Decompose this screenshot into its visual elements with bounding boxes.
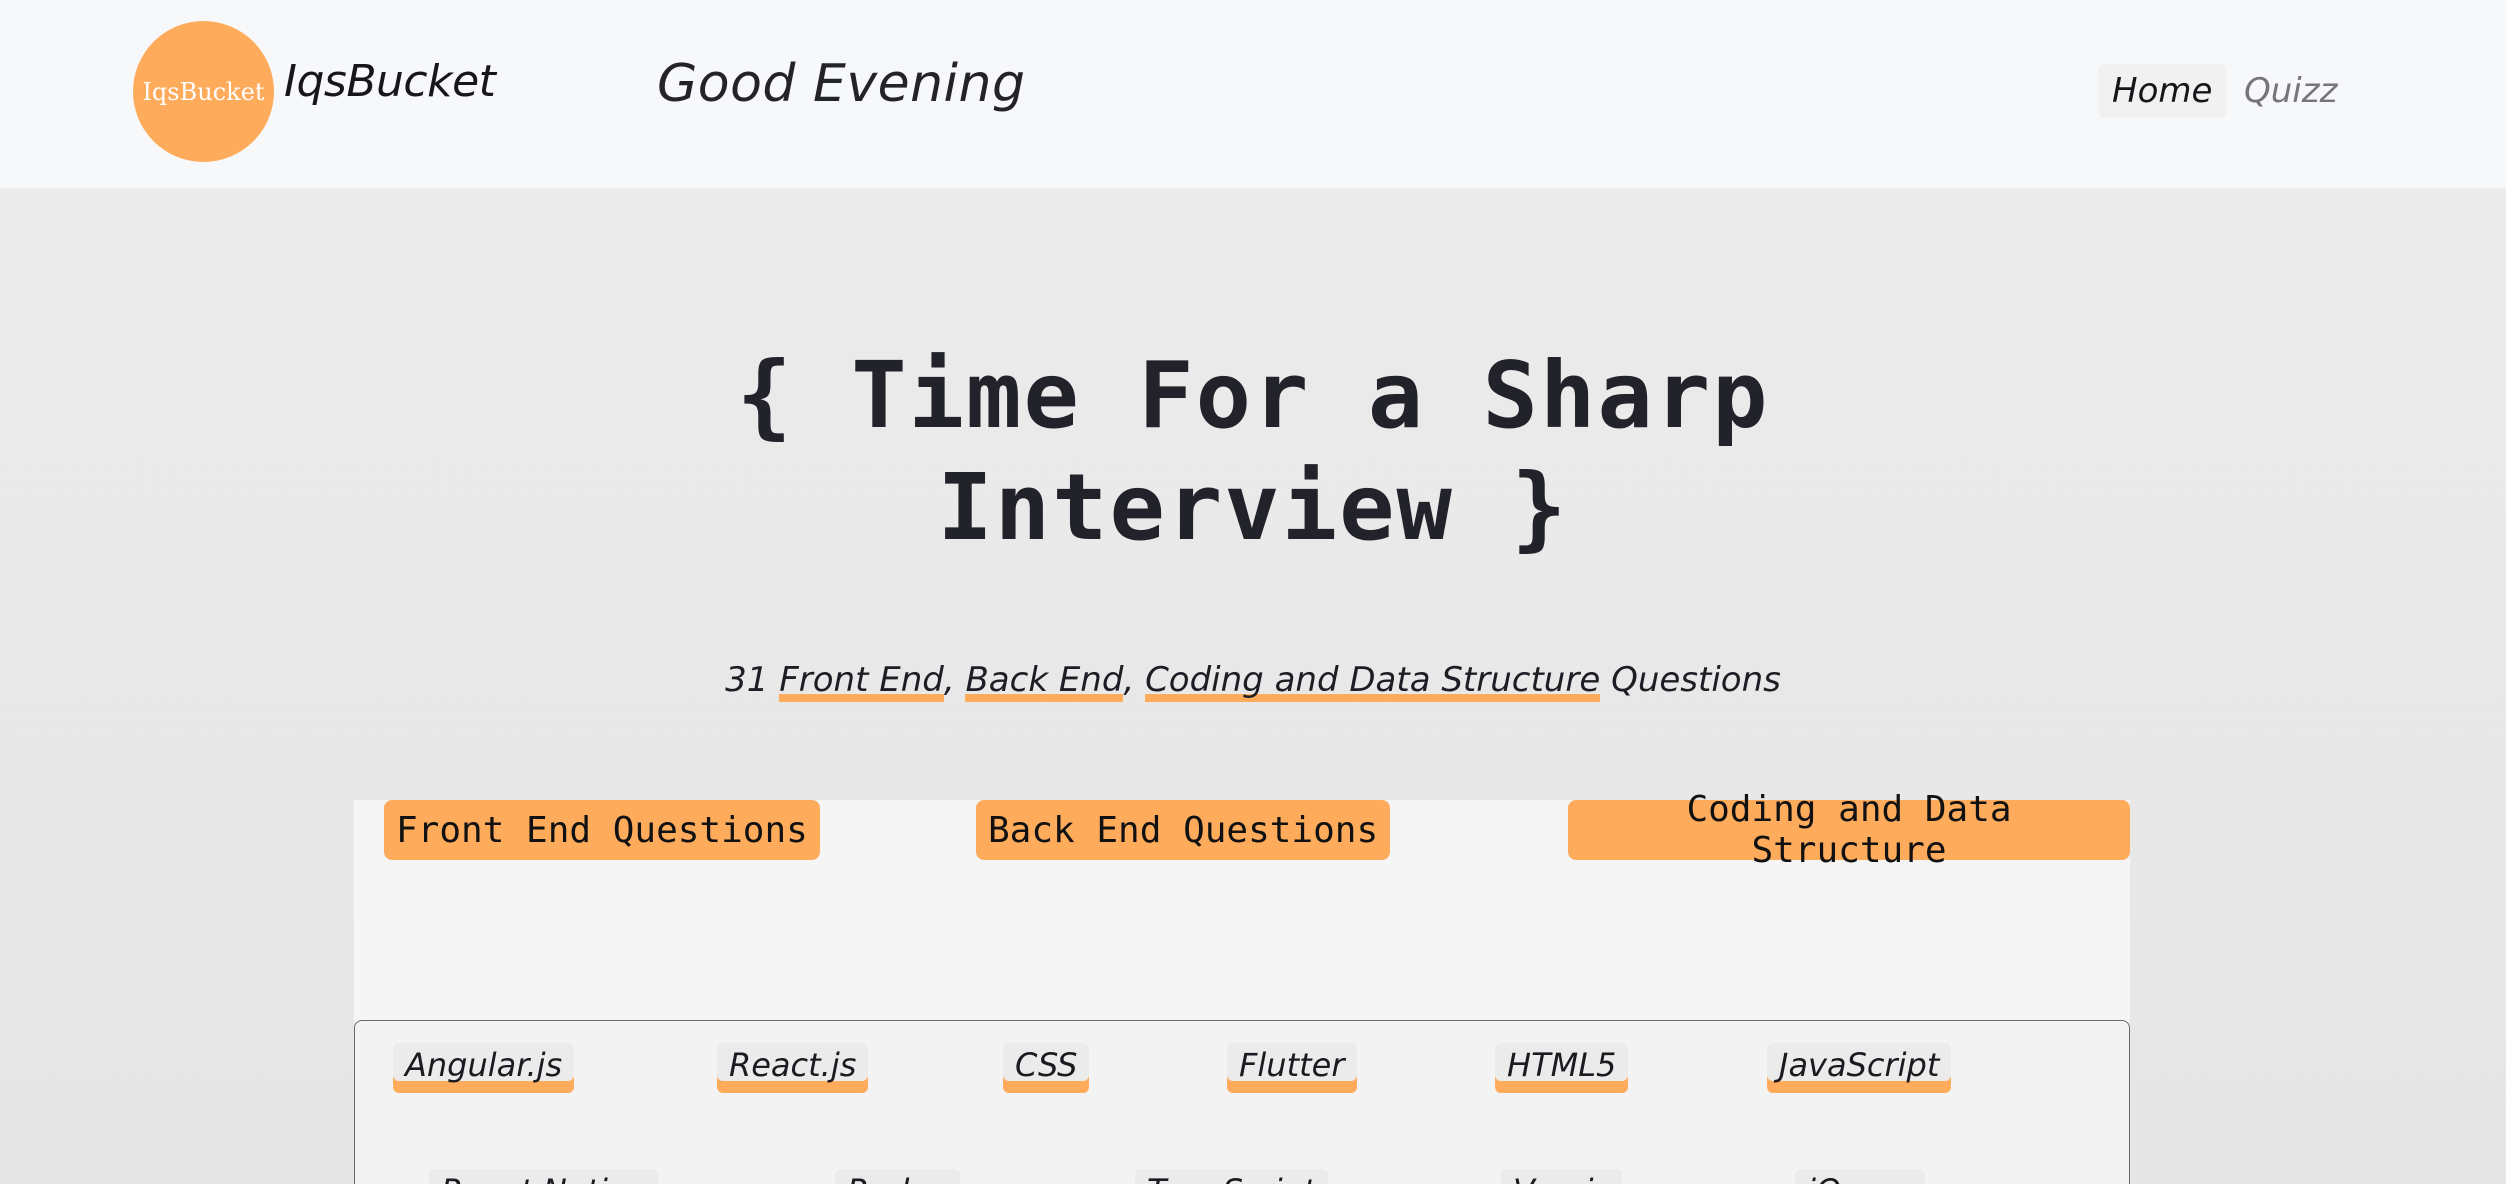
front-end-questions-button[interactable]: Front End Questions <box>384 800 820 860</box>
logo[interactable]: IqsBucket <box>133 21 274 162</box>
subtitle-coding: Coding and Data Structure <box>1145 660 1601 700</box>
back-end-questions-button[interactable]: Back End Questions <box>976 800 1391 860</box>
hero-subtitle: 31 Front End, Back End, Coding and Data … <box>725 660 1781 700</box>
tag-html5[interactable]: HTML5 <box>1495 1043 1629 1093</box>
tags-panel: Angular.js React.js CSS Flutter HTML5 Ja… <box>354 1020 2130 1184</box>
brand-name[interactable]: IqsBucket <box>284 56 496 107</box>
question-count: 31 <box>725 660 769 700</box>
tag-typescript[interactable]: TypeScript <box>1135 1169 1328 1184</box>
subtitle-back-end: Back End <box>965 660 1124 700</box>
tag-react-native[interactable]: React Native <box>429 1169 659 1184</box>
hero-title-line1: { Time For a Sharp <box>736 342 1770 449</box>
nav-quizz-link[interactable]: Quizz <box>2244 64 2337 118</box>
tag-angular[interactable]: Angular.js <box>393 1043 575 1093</box>
tag-css[interactable]: CSS <box>1003 1043 1090 1093</box>
tag-jquery[interactable]: jQuery <box>1795 1169 1926 1184</box>
hero-title-line2: Interview } <box>937 454 1569 561</box>
tag-redux[interactable]: Redux <box>835 1169 961 1184</box>
nav-home-link[interactable]: Home <box>2098 64 2227 118</box>
site-header: IqsBucket IqsBucket Good Evening Home Qu… <box>0 0 2506 188</box>
category-panel: Front End Questions Back End Questions C… <box>354 789 2130 1022</box>
tag-flutter[interactable]: Flutter <box>1227 1043 1357 1093</box>
coding-data-structure-button[interactable]: Coding and Data Structure <box>1568 789 2130 871</box>
tag-javascript[interactable]: JavaScript <box>1767 1043 1952 1093</box>
tag-react[interactable]: React.js <box>717 1043 869 1093</box>
subtitle-suffix: Questions <box>1611 660 1781 700</box>
logo-text: IqsBucket <box>142 77 265 106</box>
greeting: Good Evening <box>657 54 1026 114</box>
hero-title: { Time For a Sharp Interview } <box>600 340 1906 564</box>
tag-vue[interactable]: Vue.js <box>1501 1169 1623 1184</box>
subtitle-front-end: Front End <box>779 660 944 700</box>
